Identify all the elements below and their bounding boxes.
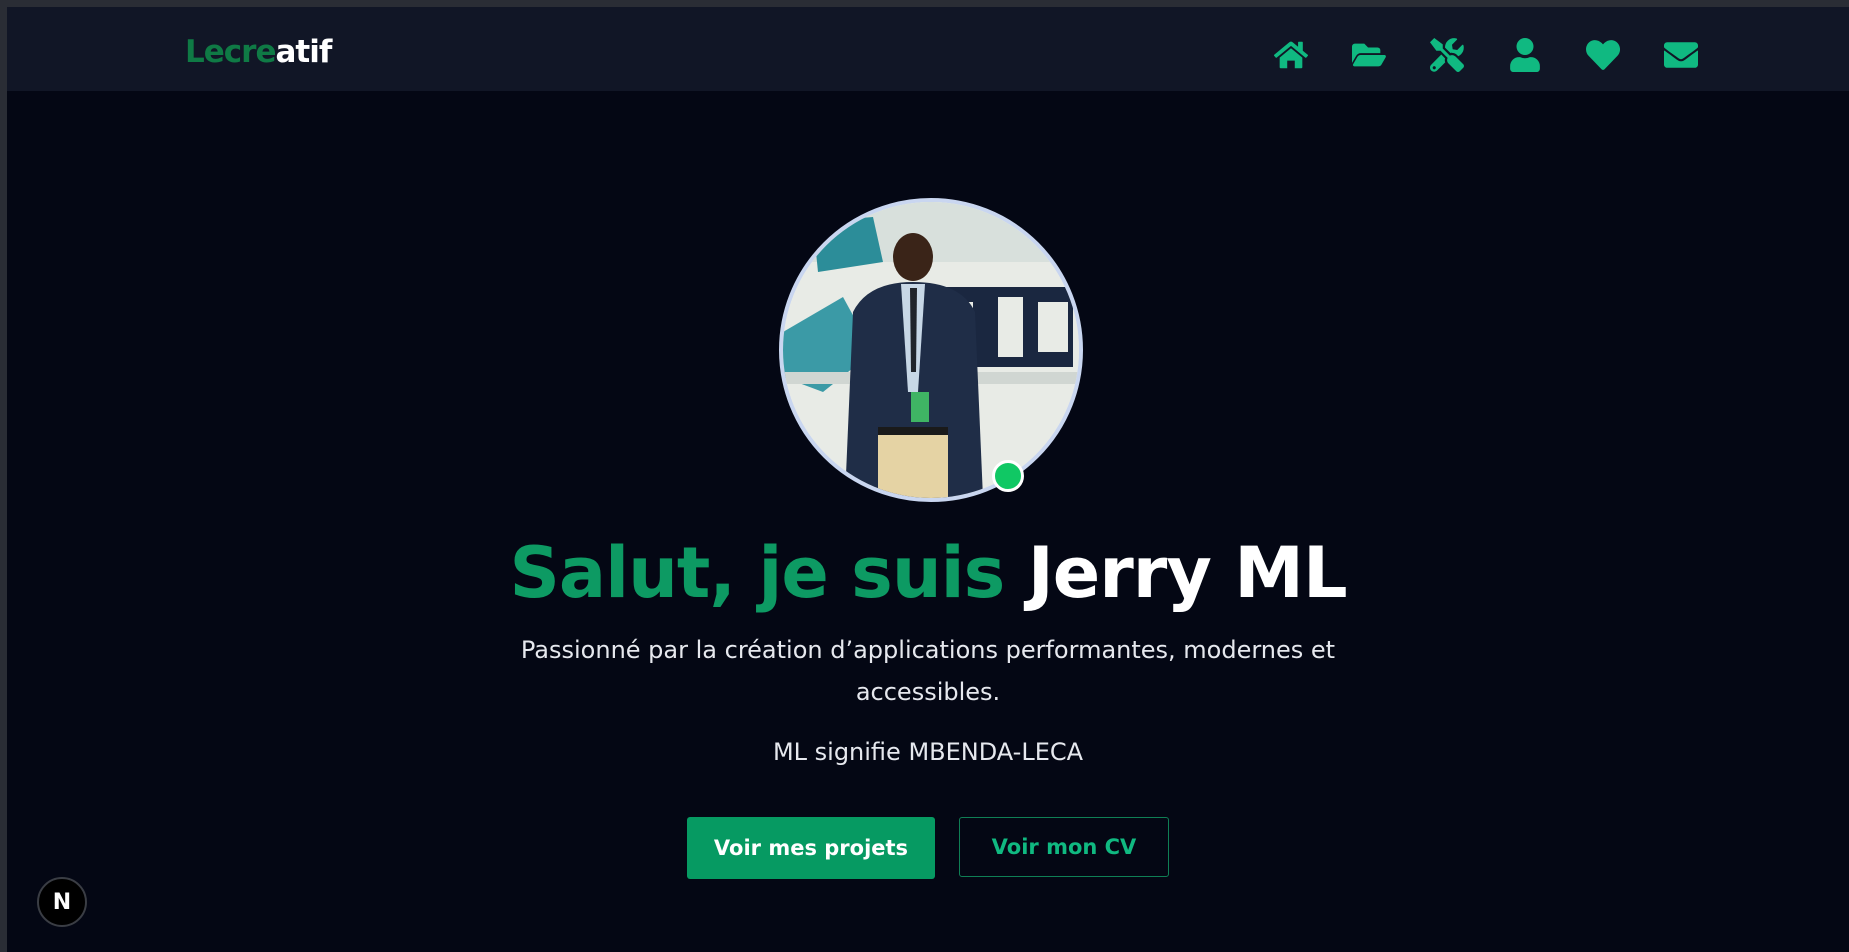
- profile-avatar-wrapper: [779, 198, 1083, 502]
- window-top-border: [0, 0, 1849, 7]
- logo-part-1: Lecre: [185, 34, 276, 70]
- nav-about[interactable]: [1486, 37, 1564, 73]
- tools-icon: [1430, 38, 1464, 72]
- hero-name: Jerry ML: [1027, 532, 1348, 614]
- nav-favorites[interactable]: [1564, 37, 1642, 73]
- folder-open-icon: [1352, 43, 1386, 67]
- profile-photo: [779, 198, 1083, 502]
- online-status-indicator: [992, 460, 1024, 492]
- nav-projects[interactable]: [1330, 37, 1408, 73]
- navbar: Lecreatif: [7, 7, 1849, 91]
- nav-skills[interactable]: [1408, 37, 1486, 73]
- user-icon: [1510, 38, 1540, 72]
- name-meaning: ML signifie MBENDA-LECA: [772, 738, 1084, 766]
- nextjs-badge-label: N: [52, 889, 72, 915]
- nav-home[interactable]: [1252, 37, 1330, 73]
- view-cv-button[interactable]: Voir mon CV: [959, 817, 1169, 877]
- window-left-border: [0, 0, 7, 952]
- page: Lecreatif Salut, je suis Jerry ML Passio…: [7, 7, 1849, 952]
- hero-title: Salut, je suis Jerry ML: [7, 531, 1849, 615]
- nav-contact[interactable]: [1642, 37, 1720, 73]
- hero-greeting: Salut, je suis: [509, 532, 1005, 614]
- logo-part-2: atif: [275, 34, 332, 70]
- hero-subtitle: Passionné par la création d’applications…: [520, 636, 1336, 706]
- envelope-icon: [1664, 42, 1698, 68]
- view-projects-button[interactable]: Voir mes projets: [687, 817, 935, 879]
- heart-icon: [1586, 40, 1620, 70]
- site-logo[interactable]: Lecreatif: [185, 34, 332, 70]
- nav-menu: [1252, 37, 1720, 73]
- nextjs-dev-badge[interactable]: N: [37, 877, 87, 927]
- home-icon: [1274, 41, 1308, 69]
- profile-photo-illustration: [783, 202, 1079, 498]
